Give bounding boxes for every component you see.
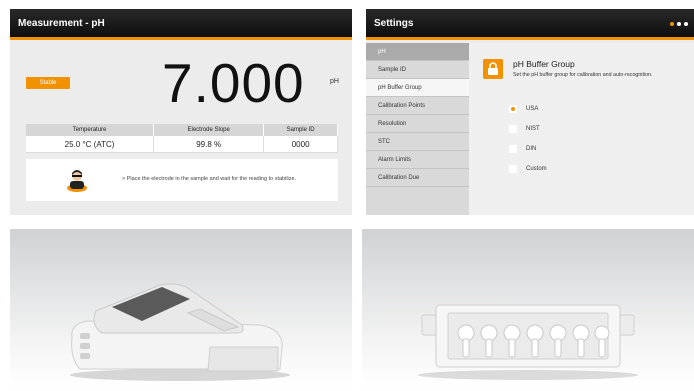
- menu-item-resolution[interactable]: Resolution: [366, 115, 469, 133]
- option-label: USA: [526, 106, 539, 112]
- page-dot: [670, 22, 674, 26]
- ph-meter-illustration: [70, 283, 290, 381]
- meter-side-view-image: [10, 229, 352, 389]
- page-dot: [684, 22, 688, 26]
- electrode-holder-image: [362, 229, 694, 389]
- instruction-text: > Place the electrode in the sample and …: [122, 176, 297, 182]
- stable-badge: Stable: [26, 77, 70, 89]
- sample-id-value: 0000: [263, 136, 338, 153]
- radio-button[interactable]: [509, 145, 517, 153]
- measurement-info-table: Temperature Electrode Slope Sample ID 25…: [26, 124, 338, 153]
- temperature-value: 25.0 °C (ATC): [26, 136, 155, 153]
- settings-menu: pH Sample ID pH Buffer Group Calibration…: [366, 43, 469, 215]
- option-label: DIN: [526, 146, 537, 152]
- electrode-slope-header: Electrode Slope: [153, 124, 265, 136]
- settings-title: Settings: [366, 9, 694, 40]
- radio-button[interactable]: [509, 105, 517, 113]
- menu-item-stc[interactable]: STC: [366, 133, 469, 151]
- sample-id-header: Sample ID: [263, 124, 338, 136]
- operator-icon: [67, 170, 87, 192]
- menu-item-calibration-points[interactable]: Calibration Points: [366, 97, 469, 115]
- menu-item-alarm-limits[interactable]: Alarm Limits: [366, 151, 469, 169]
- menu-item-ph[interactable]: pH: [366, 43, 469, 61]
- option-usa[interactable]: USA: [509, 105, 538, 113]
- menu-item-sample-id[interactable]: Sample ID: [366, 61, 469, 79]
- settings-content: pH Buffer Group Set the pH buffer group …: [469, 43, 694, 215]
- page-dot: [677, 22, 681, 26]
- page-indicator: [670, 22, 688, 26]
- measurement-screen: Measurement - pH Stable 7.000 pH Tempera…: [10, 9, 352, 215]
- option-label: Custom: [526, 166, 547, 172]
- option-din[interactable]: DIN: [509, 145, 536, 153]
- settings-screen: Settings pH Sample ID pH Buffer Group Ca…: [366, 9, 694, 215]
- option-custom[interactable]: Custom: [509, 165, 547, 173]
- menu-item-ph-buffer-group[interactable]: pH Buffer Group: [366, 79, 469, 97]
- reading-unit: pH: [330, 78, 339, 85]
- option-nist[interactable]: NIST: [509, 125, 540, 133]
- buffer-group-description: Set the pH buffer group for calibration …: [513, 72, 653, 78]
- radio-button[interactable]: [509, 165, 517, 173]
- ph-reading: 7.000: [162, 52, 305, 114]
- lock-icon: [483, 59, 503, 79]
- option-label: NIST: [526, 126, 540, 132]
- buffer-group-title: pH Buffer Group: [513, 59, 575, 69]
- radio-selected-dot: [511, 107, 515, 111]
- instruction-row: > Place the electrode in the sample and …: [26, 159, 338, 201]
- menu-item-calibration-due[interactable]: Calibration Due: [366, 169, 469, 187]
- measurement-title: Measurement - pH: [10, 9, 352, 40]
- electrode-holder-illustration: [418, 304, 638, 380]
- temperature-header: Temperature: [26, 124, 155, 136]
- radio-button[interactable]: [509, 125, 517, 133]
- electrode-slope-value: 99.8 %: [153, 136, 265, 153]
